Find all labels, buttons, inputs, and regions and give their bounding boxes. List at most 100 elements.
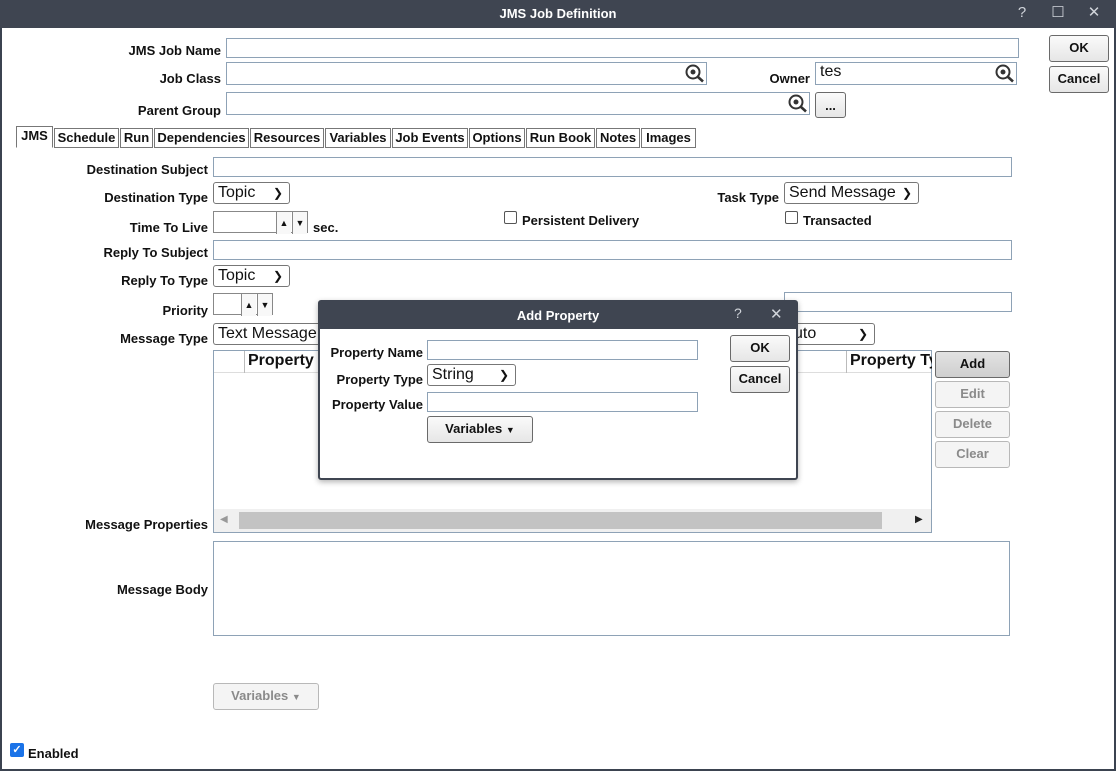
tab-run-book[interactable]: Run Book [526, 128, 595, 148]
column-header-property-type[interactable]: Property Ty [850, 352, 932, 370]
caret-down-icon: ▼ [291, 692, 301, 702]
add-property-dialog: Add Property ? ✕ Property Name Property … [318, 300, 798, 480]
property-type-value: String [432, 366, 474, 383]
tab-jms[interactable]: JMS [16, 126, 53, 148]
destination-subject-input[interactable] [213, 157, 1012, 177]
caret-down-icon: ▼ [505, 425, 515, 435]
reply-to-type-select[interactable]: Topic ❯ [213, 265, 290, 287]
dialog-close-icon[interactable]: ✕ [770, 305, 783, 323]
scroll-left-icon[interactable]: ◀ [220, 514, 228, 525]
message-properties-label: Message Properties [85, 517, 208, 532]
variables-button-label: Variables [231, 688, 289, 703]
spin-up-icon[interactable]: ▲ [241, 294, 256, 316]
scroll-right-icon[interactable]: ▶ [915, 514, 923, 525]
tab-dependencies[interactable]: Dependencies [154, 128, 249, 148]
dialog-cancel-button[interactable]: Cancel [730, 366, 790, 393]
reply-to-subject-input[interactable] [213, 240, 1012, 260]
time-to-live-label: Time To Live [129, 220, 208, 235]
right-field-input[interactable] [784, 292, 1012, 312]
spin-down-icon[interactable]: ▼ [257, 294, 272, 316]
job-name-input[interactable] [226, 38, 1019, 58]
scrollbar-thumb[interactable] [239, 512, 882, 529]
close-icon[interactable]: ✕ [1084, 3, 1104, 23]
destination-type-select[interactable]: Topic ❯ [213, 182, 290, 204]
edit-property-button[interactable]: Edit [935, 381, 1010, 408]
tab-variables[interactable]: Variables [325, 128, 391, 148]
message-type-value: Text Message [218, 325, 317, 342]
time-to-live-spinner[interactable]: ▲ ▼ [213, 211, 308, 234]
variables-button[interactable]: Variables ▼ [213, 683, 319, 710]
ok-button[interactable]: OK [1049, 35, 1109, 62]
dialog-title: Add Property [516, 308, 600, 323]
property-value-input[interactable] [427, 392, 698, 412]
cancel-button[interactable]: Cancel [1049, 66, 1109, 93]
add-property-button[interactable]: Add [935, 351, 1010, 378]
job-class-label: Job Class [159, 71, 221, 86]
chevron-down-icon: ❯ [272, 269, 283, 283]
chevron-down-icon: ❯ [498, 368, 509, 382]
property-type-select[interactable]: String ❯ [427, 364, 516, 386]
dialog-variables-label: Variables [445, 421, 503, 436]
tab-resources[interactable]: Resources [250, 128, 324, 148]
spin-down-icon[interactable]: ▼ [292, 212, 307, 234]
message-type-select[interactable]: Text Message [213, 323, 323, 345]
window-titlebar: JMS Job Definition ? ☐ ✕ [0, 0, 1116, 28]
destination-type-value: Topic [218, 184, 256, 201]
horizontal-scrollbar[interactable]: ◀ ▶ [214, 509, 931, 532]
enabled-checkbox[interactable]: ✓ [10, 743, 24, 757]
transacted-label: Transacted [803, 213, 872, 228]
dialog-help-icon[interactable]: ? [734, 305, 742, 321]
property-value-label: Property Value [331, 397, 423, 412]
transacted-checkbox[interactable] [785, 211, 798, 224]
clear-properties-button[interactable]: Clear [935, 441, 1010, 468]
dialog-titlebar: Add Property ? ✕ [320, 302, 796, 329]
reply-to-type-value: Topic [218, 267, 256, 284]
chevron-down-icon: ❯ [272, 186, 283, 200]
reply-to-type-label: Reply To Type [121, 273, 208, 288]
chevron-down-icon: ❯ [901, 186, 912, 200]
priority-spinner[interactable]: ▲ ▼ [213, 293, 273, 316]
job-class-input[interactable] [226, 62, 707, 85]
tab-images[interactable]: Images [641, 128, 696, 148]
enabled-label: Enabled [28, 746, 79, 761]
persistent-delivery-checkbox[interactable] [504, 211, 517, 224]
tab-options[interactable]: Options [469, 128, 525, 148]
parent-group-input[interactable] [226, 92, 810, 115]
message-body-textarea[interactable] [213, 541, 1010, 636]
delete-property-button[interactable]: Delete [935, 411, 1010, 438]
window-title: JMS Job Definition [499, 6, 617, 21]
time-to-live-unit: sec. [313, 220, 339, 235]
tab-run[interactable]: Run [120, 128, 153, 148]
persistent-delivery-label: Persistent Delivery [522, 213, 640, 228]
owner-label: Owner [769, 71, 810, 86]
property-type-label: Property Type [336, 372, 423, 387]
message-type-label: Message Type [120, 331, 208, 346]
task-type-select[interactable]: Send Message ❯ [784, 182, 919, 204]
parent-group-search-icon[interactable] [787, 93, 809, 113]
message-body-label: Message Body [116, 582, 208, 597]
dialog-variables-button[interactable]: Variables ▼ [427, 416, 533, 443]
task-type-value: Send Message [789, 184, 896, 201]
owner-input[interactable]: tes [815, 62, 1017, 85]
destination-subject-label: Destination Subject [86, 162, 208, 177]
job-class-search-icon[interactable] [684, 63, 706, 83]
priority-label: Priority [162, 303, 208, 318]
help-icon[interactable]: ? [1012, 3, 1032, 23]
task-type-label: Task Type [717, 190, 779, 205]
property-name-input[interactable] [427, 340, 698, 360]
tab-schedule[interactable]: Schedule [54, 128, 119, 148]
parent-group-label: Parent Group [137, 103, 221, 118]
tab-job-events[interactable]: Job Events [392, 128, 468, 148]
ack-mode-select[interactable]: uto ❯ [790, 323, 875, 345]
dialog-ok-button[interactable]: OK [730, 335, 790, 362]
maximize-icon[interactable]: ☐ [1048, 3, 1068, 23]
destination-type-label: Destination Type [104, 190, 208, 205]
spin-up-icon[interactable]: ▲ [276, 212, 291, 234]
job-name-label: JMS Job Name [128, 43, 221, 58]
tab-notes[interactable]: Notes [596, 128, 640, 148]
owner-search-icon[interactable] [994, 63, 1016, 83]
parent-group-browse-button[interactable]: ... [815, 92, 846, 118]
property-name-label: Property Name [330, 345, 423, 360]
reply-to-subject-label: Reply To Subject [103, 245, 209, 260]
chevron-down-icon: ❯ [857, 327, 868, 341]
